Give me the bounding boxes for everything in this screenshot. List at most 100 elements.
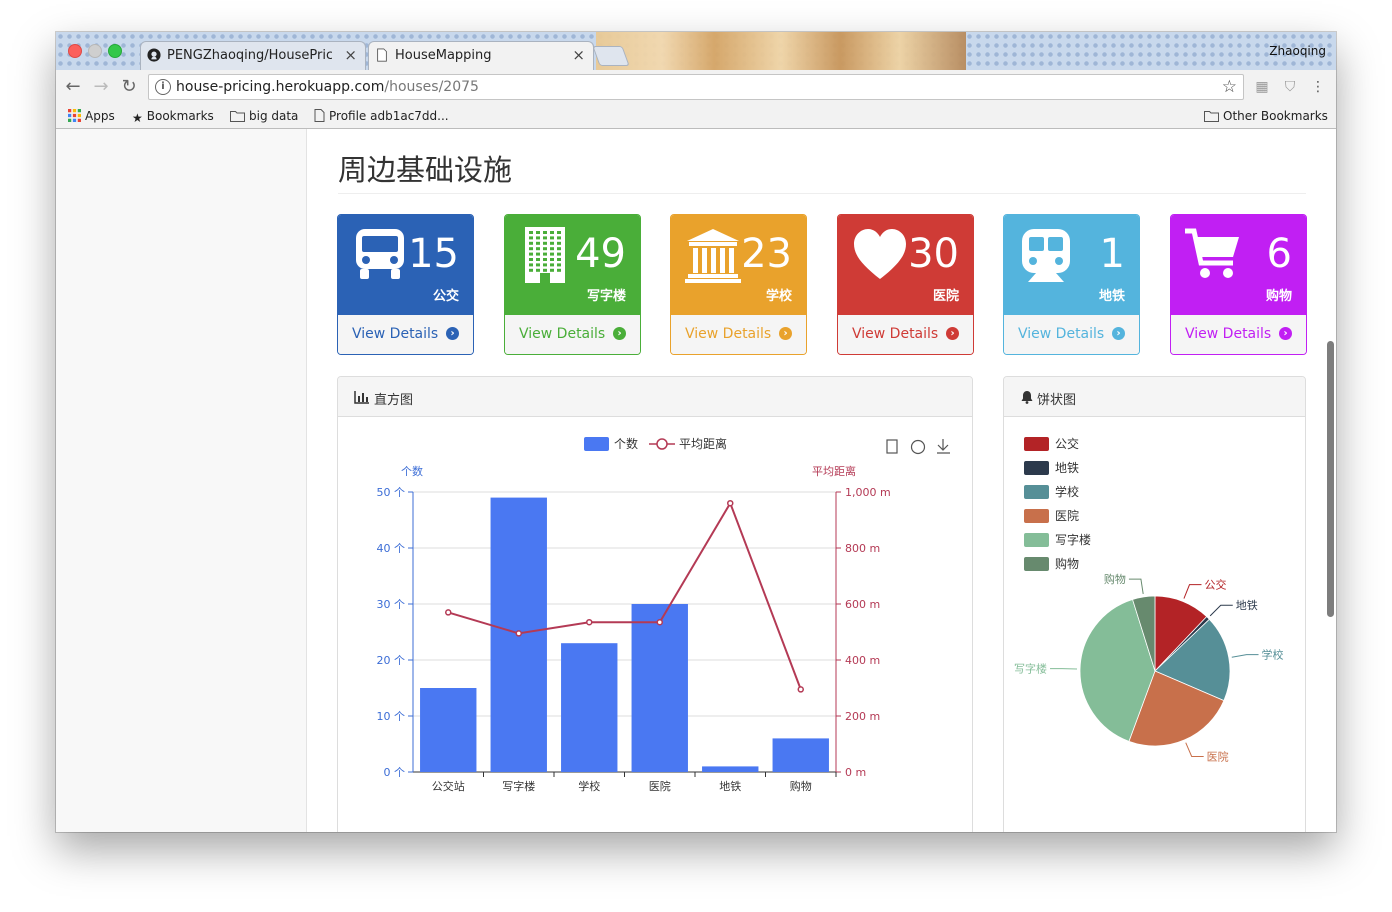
close-icon[interactable]: × xyxy=(344,46,357,64)
pie-slice-label: 购物 xyxy=(1104,572,1126,586)
pie-legend-swatch xyxy=(1024,509,1049,523)
office-building-icon xyxy=(519,227,575,283)
tab-github[interactable]: PENGZhaoqing/HousePricing × xyxy=(140,41,366,70)
pie-legend-label: 医院 xyxy=(1055,509,1079,523)
x-tick-label: 学校 xyxy=(578,779,600,793)
profile-name[interactable]: Zhaoqing xyxy=(1269,44,1326,58)
bar-购物 xyxy=(772,738,829,772)
pie-slice-label: 公交 xyxy=(1204,578,1226,592)
apps-grid-icon xyxy=(68,109,81,122)
bar-学校 xyxy=(561,643,618,772)
subway-icon xyxy=(1018,227,1074,283)
pie-legend-label: 学校 xyxy=(1055,484,1079,499)
bar-公交站 xyxy=(420,688,477,772)
card-label: 购物 xyxy=(1265,289,1292,304)
pie-panel: 饼状图 公交 地铁 学校 医院 写字楼 购物 公交 地铁 学校 医院 写字楼 购物 xyxy=(1003,376,1306,832)
card-label: 学校 xyxy=(765,289,792,304)
panel-title: 直方图 xyxy=(374,393,414,408)
url-text: house-pricing.herokuapp.com/houses/2075 xyxy=(176,79,479,95)
tab-housemapping[interactable]: HouseMapping × xyxy=(368,41,594,70)
address-bar[interactable]: i house-pricing.herokuapp.com/houses/207… xyxy=(148,74,1244,100)
view-details-link[interactable]: View Details › xyxy=(838,314,973,354)
legend-label-count: 个数 xyxy=(614,436,638,451)
y-tick-label-right: 400 m xyxy=(845,654,880,667)
folder-icon xyxy=(230,111,245,122)
arrow-circle-right-icon: › xyxy=(446,327,459,340)
github-icon xyxy=(147,48,161,62)
page-icon xyxy=(377,48,387,62)
extension-grid-icon[interactable]: ▦ xyxy=(1253,79,1271,97)
theme-background xyxy=(596,32,966,70)
bookmark-big-data[interactable]: big data xyxy=(230,109,298,123)
y-tick-label-right: 0 m xyxy=(845,766,866,779)
pie-slice-label: 写字楼 xyxy=(1014,662,1047,676)
view-details-link[interactable]: View Details › xyxy=(1171,314,1306,354)
reload-icon[interactable]: ↻ xyxy=(118,76,140,98)
other-bookmarks[interactable]: Other Bookmarks xyxy=(1204,109,1328,123)
y-tick-label-left: 50 个 xyxy=(377,486,406,499)
bar-地铁 xyxy=(702,766,759,772)
view-details-link[interactable]: View Details › xyxy=(505,314,640,354)
heart-icon xyxy=(852,227,908,283)
browser-toolbar: ← → ↻ i house-pricing.herokuapp.com/hous… xyxy=(56,70,1336,106)
page-header: 周边基础设施 xyxy=(338,147,1306,194)
sidebar xyxy=(56,129,307,832)
pie-legend-swatch xyxy=(1024,533,1049,547)
card-header: 1 地铁 xyxy=(1004,215,1139,314)
bookmark-apps[interactable]: Apps xyxy=(68,109,115,123)
arrow-circle-right-icon: › xyxy=(779,327,792,340)
pie-legend-swatch xyxy=(1024,461,1049,475)
bookmarks-bar: Apps ★ Bookmarks big data Profile adb1ac7… xyxy=(56,106,1336,129)
close-icon[interactable]: × xyxy=(572,46,585,64)
menu-icon[interactable]: ⋮ xyxy=(1309,79,1327,97)
y-axis-left-name: 个数 xyxy=(401,465,423,478)
star-icon[interactable]: ☆ xyxy=(1222,77,1237,97)
stat-card-subway: 1 地铁 View Details › xyxy=(1003,214,1140,355)
restore-icon xyxy=(910,439,926,455)
page-title: 周边基础设施 xyxy=(338,153,513,187)
pie-legend-swatch xyxy=(1024,437,1049,451)
histogram-panel: 直方图 个数 平均距离 个数 平均距离 0 个0 m 10 个 200 m 20 个 400 m… xyxy=(337,376,973,832)
pie-chart: 公交地铁学校医院写字楼购物公交地铁学校医院写字楼购物 xyxy=(1014,436,1284,763)
scrollbar-thumb[interactable] xyxy=(1327,341,1334,617)
stat-card-office-building: 49 写字楼 View Details › xyxy=(504,214,641,355)
view-details-link[interactable]: View Details › xyxy=(1004,314,1139,354)
maximize-window-button[interactable] xyxy=(108,44,122,58)
distance-point-购物 xyxy=(797,686,804,693)
arrow-circle-right-icon: › xyxy=(1112,327,1125,340)
stat-card-heart: 30 医院 View Details › xyxy=(837,214,974,355)
stat-card-cart: 6 购物 View Details › xyxy=(1170,214,1307,355)
distance-point-学校 xyxy=(586,618,593,626)
card-label: 地铁 xyxy=(1098,289,1125,304)
pie-legend-label: 购物 xyxy=(1055,556,1079,571)
shield-icon[interactable]: ⛉ xyxy=(1281,79,1299,97)
distance-point-医院 xyxy=(656,618,663,626)
card-header: 49 写字楼 xyxy=(505,215,640,314)
panel-heading: 直方图 xyxy=(338,377,972,417)
card-label: 公交 xyxy=(432,289,459,304)
card-count: 30 xyxy=(908,231,959,277)
card-count: 6 xyxy=(1266,231,1292,277)
view-details-link[interactable]: View Details › xyxy=(338,314,473,354)
cart-icon xyxy=(1185,227,1241,283)
back-arrow-icon[interactable]: ← xyxy=(62,76,84,98)
stat-card-bus: 15 公交 View Details › xyxy=(337,214,474,355)
bar-chart-icon xyxy=(354,391,369,404)
view-details-link[interactable]: View Details › xyxy=(671,314,806,354)
distance-point-写字楼 xyxy=(515,630,522,637)
view-details-label: View Details xyxy=(1018,326,1105,342)
bookmark-bookmarks[interactable]: ★ Bookmarks xyxy=(132,109,214,125)
close-window-button[interactable] xyxy=(68,44,82,58)
bar-医院 xyxy=(631,604,688,772)
y-tick-label-left: 40 个 xyxy=(377,542,406,555)
y-tick-label-left: 30 个 xyxy=(377,598,406,611)
y-tick-label-left: 10 个 xyxy=(377,710,406,723)
panel-title: 饼状图 xyxy=(1037,393,1077,408)
info-icon[interactable]: i xyxy=(155,79,171,95)
minimize-window-button[interactable] xyxy=(88,44,102,58)
x-tick-label: 医院 xyxy=(649,779,671,793)
forward-arrow-icon[interactable]: → xyxy=(90,76,112,98)
x-tick-label: 公交站 xyxy=(432,779,465,793)
view-details-label: View Details xyxy=(852,326,939,342)
bookmark-profile[interactable]: Profile adb1ac7dd... xyxy=(314,109,449,123)
